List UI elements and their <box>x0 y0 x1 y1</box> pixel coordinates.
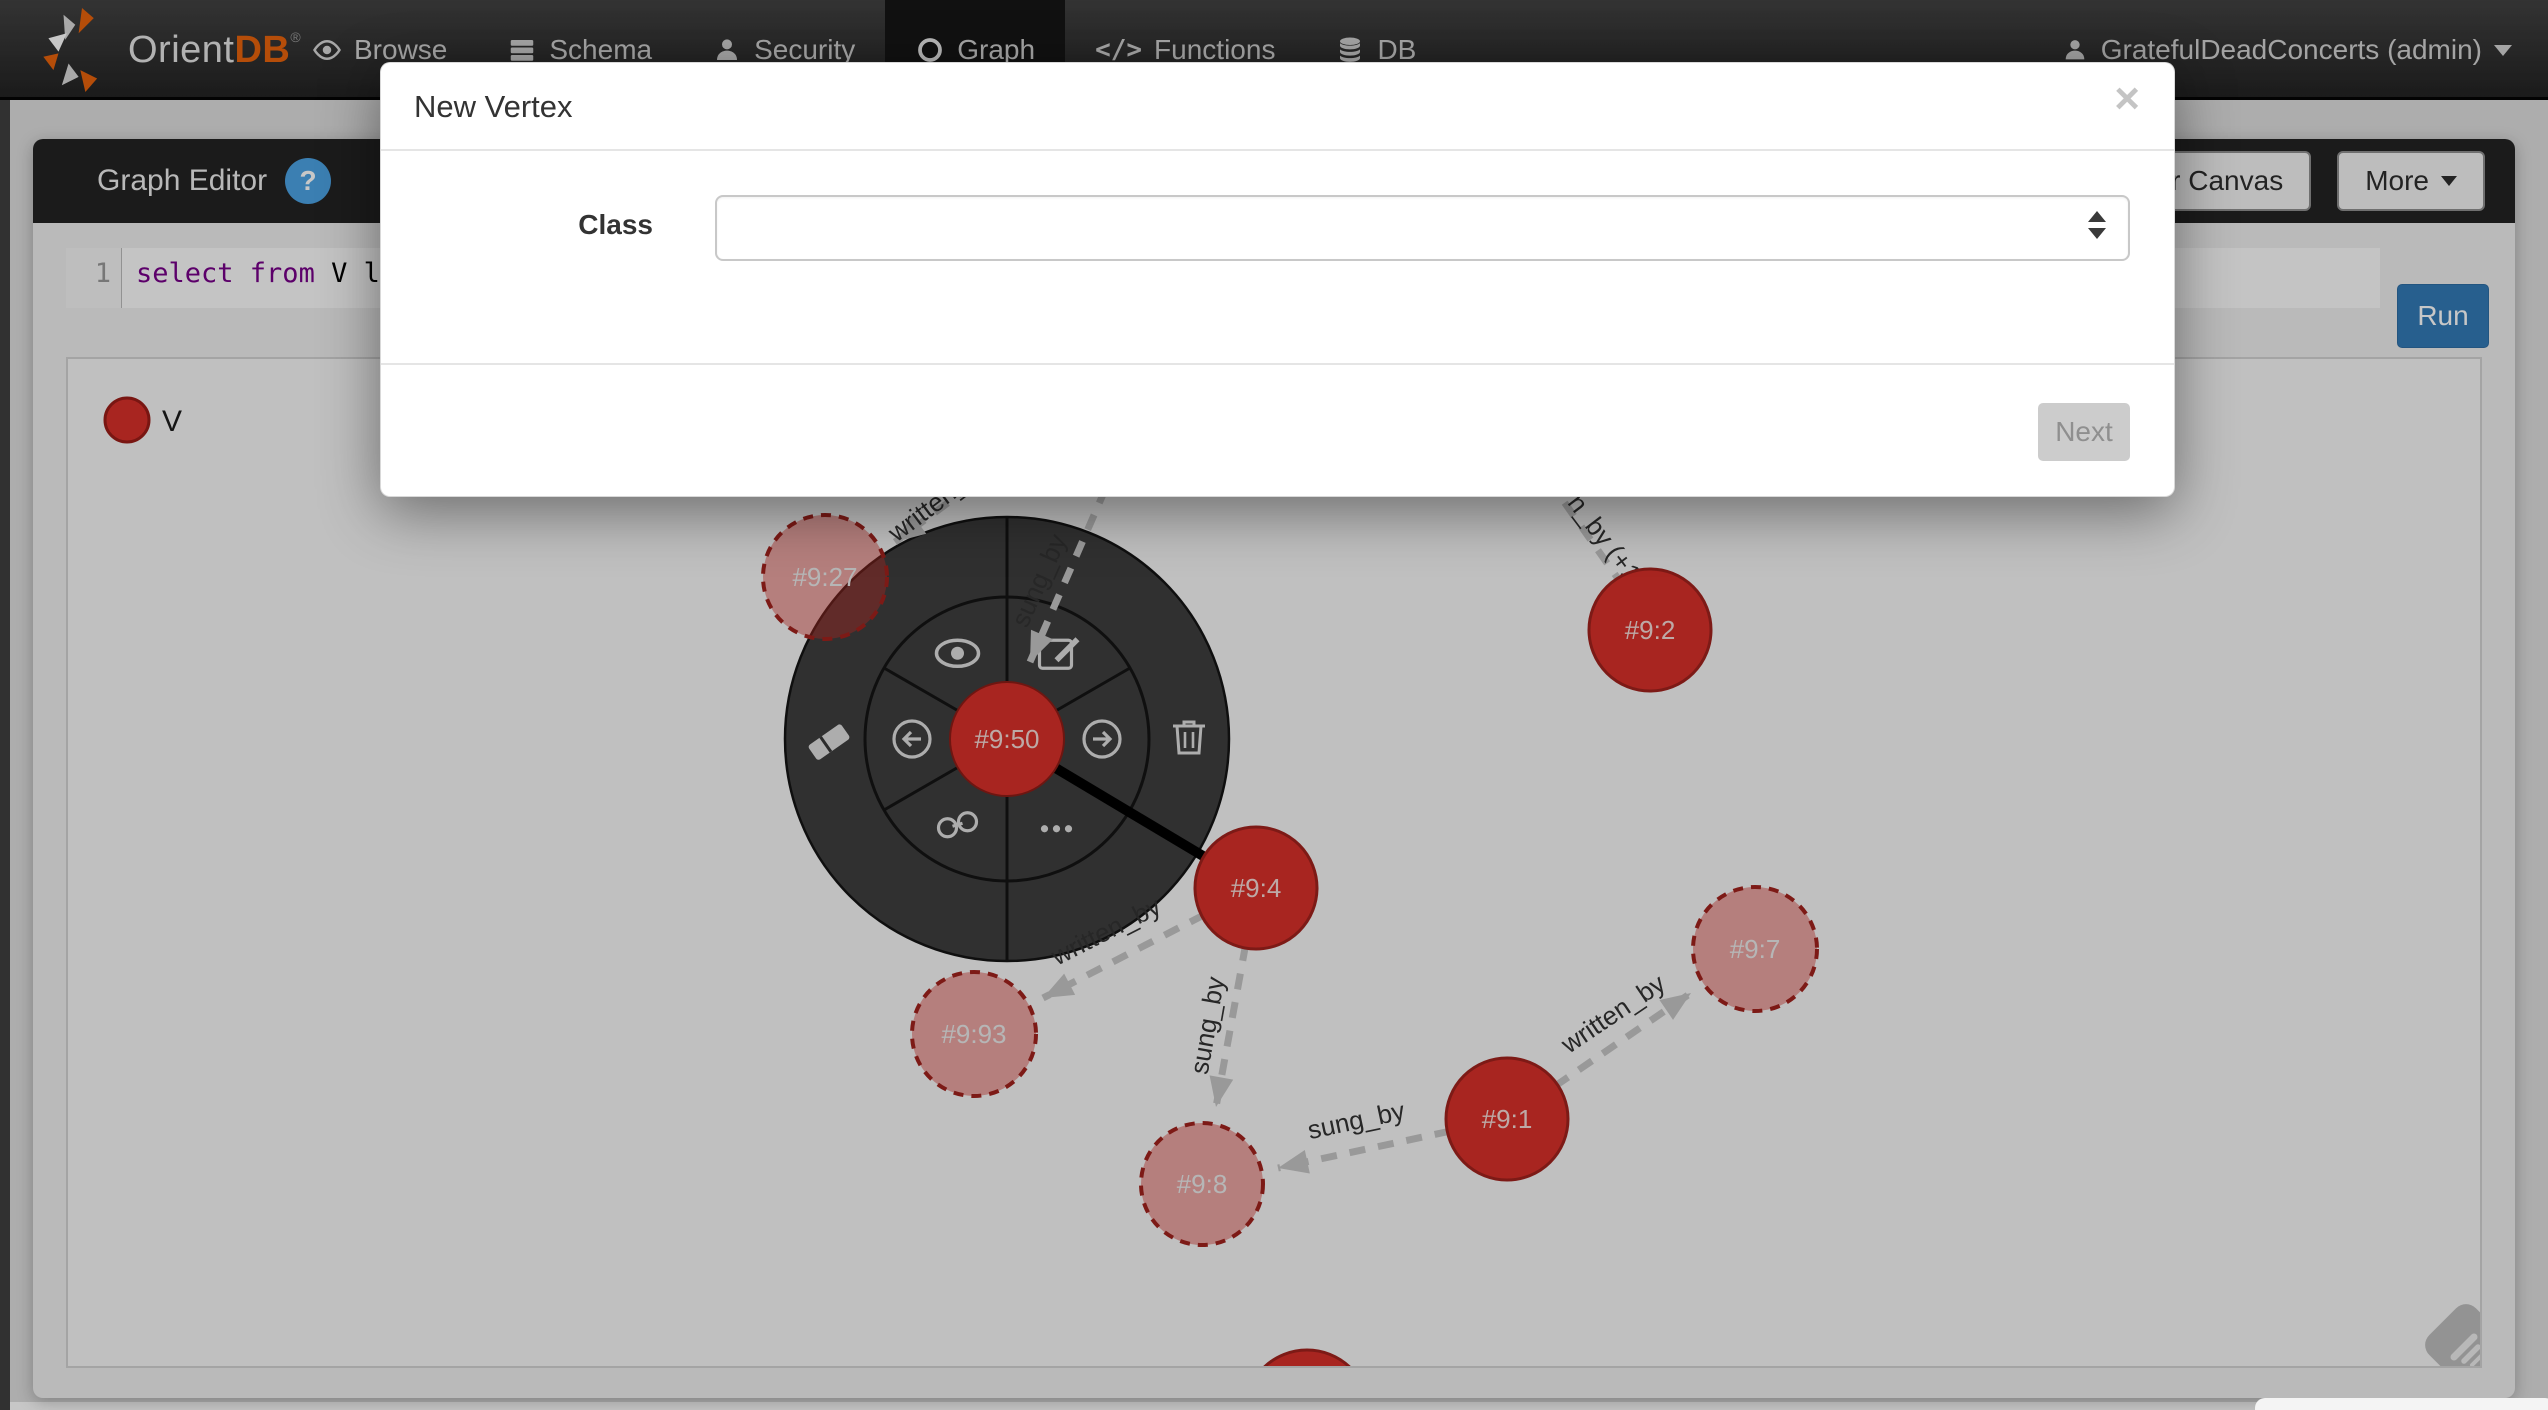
bottom-right-card <box>2255 1398 2548 1410</box>
orientdb-studio: OrientDB® Browse Schema Security Graph <… <box>0 0 2548 1410</box>
modal-header: New Vertex × <box>381 63 2174 151</box>
next-button[interactable]: Next <box>2038 403 2130 461</box>
modal-footer: Next <box>381 363 2174 498</box>
modal-title: New Vertex <box>414 89 573 125</box>
select-arrows-icon <box>2088 211 2106 239</box>
close-icon[interactable]: × <box>2114 77 2140 121</box>
class-label: Class <box>381 209 653 241</box>
class-select[interactable] <box>715 195 2130 261</box>
new-vertex-modal: New Vertex × Class Next <box>380 62 2175 497</box>
